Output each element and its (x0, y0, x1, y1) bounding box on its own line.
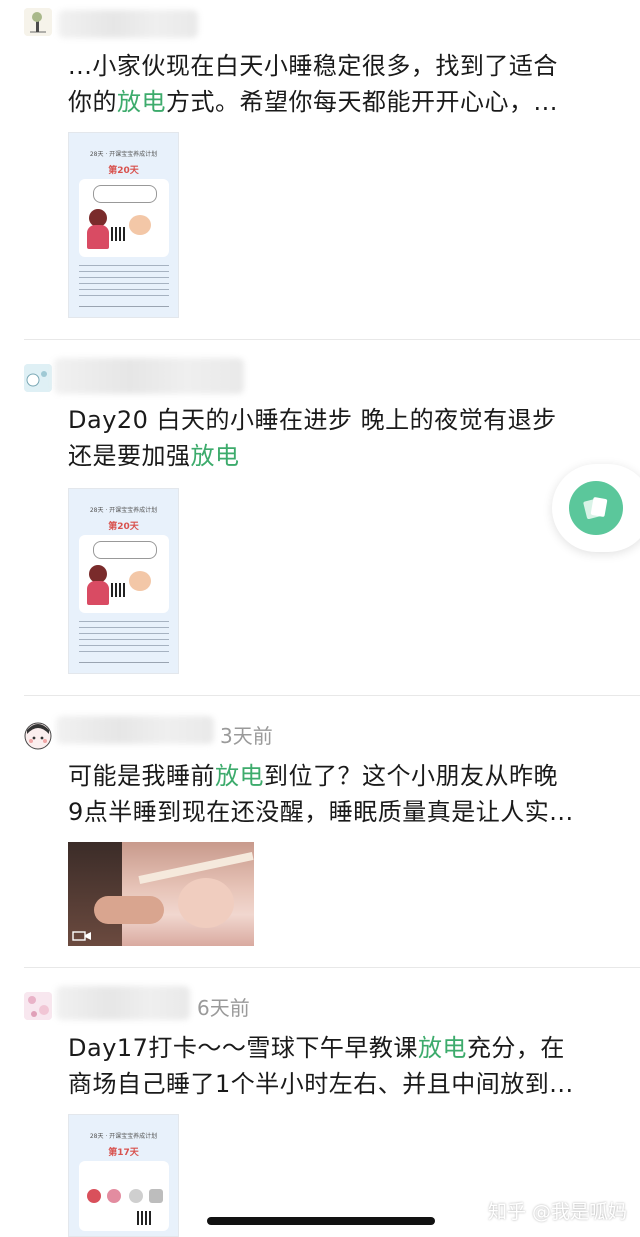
username-blurred (54, 358, 244, 394)
avatar-floral-icon (24, 992, 52, 1020)
video-thumbnail[interactable] (68, 842, 254, 946)
timestamp: 6天前 (197, 996, 250, 1020)
comment-item-2[interactable]: Day20 白天的小睡在进步 晚上的夜觉有退步 还是要加强放电 28天 · 开课… (0, 340, 640, 696)
image-thumbnail[interactable]: 28天 · 开课宝宝养成计划 第20天 (68, 488, 179, 674)
avatar[interactable] (24, 364, 52, 392)
avatar-tree-icon (24, 8, 52, 36)
avatar[interactable] (24, 992, 52, 1020)
avatar[interactable] (24, 722, 52, 750)
note-card-icon (583, 497, 608, 520)
keyword-highlight: 放电 (117, 88, 166, 116)
timestamp: 3天前 (220, 724, 273, 748)
username-blurred (56, 986, 190, 1020)
video-icon (72, 931, 91, 941)
avatar-face-icon (24, 722, 52, 750)
avatar[interactable] (24, 8, 52, 36)
image-thumbnail[interactable]: 28天 · 开课宝宝养成计划 第17天 (68, 1114, 179, 1237)
avatar-cartoon-icon (24, 364, 52, 392)
home-indicator[interactable] (207, 1217, 435, 1225)
comment-text: 可能是我睡前放电到位了？这个小朋友从昨晚 9点半睡到现在还没醒，睡眠质量真是让人… (68, 762, 574, 826)
floating-note-button[interactable] (552, 464, 640, 552)
watermark: 知乎 @我是呱妈 (488, 1201, 628, 1223)
keyword-highlight: 放电 (190, 442, 240, 470)
username-blurred (56, 716, 214, 744)
comment-item-3[interactable]: 3天前 可能是我睡前放电到位了？这个小朋友从昨晚 9点半睡到现在还没醒，睡眠质量… (0, 696, 640, 968)
keyword-highlight: 放电 (215, 762, 264, 790)
image-thumbnail[interactable]: 28天 · 开课宝宝养成计划 第20天 (68, 132, 179, 318)
keyword-highlight: 放电 (417, 1034, 467, 1062)
comment-text: Day17打卡～～雪球下午早教课放电充分，在 商场自己睡了1个半小时左右、并且中… (68, 1034, 574, 1098)
comment-text: ...小家伙现在白天小睡稳定很多，找到了适合 你的放电方式。希望你每天都能开开心… (68, 52, 558, 116)
comment-text: Day20 白天的小睡在进步 晚上的夜觉有退步 还是要加强放电 (68, 406, 557, 470)
comment-item-1[interactable]: ...小家伙现在白天小睡稳定很多，找到了适合 你的放电方式。希望你每天都能开开心… (0, 0, 640, 340)
username-blurred (58, 10, 198, 38)
